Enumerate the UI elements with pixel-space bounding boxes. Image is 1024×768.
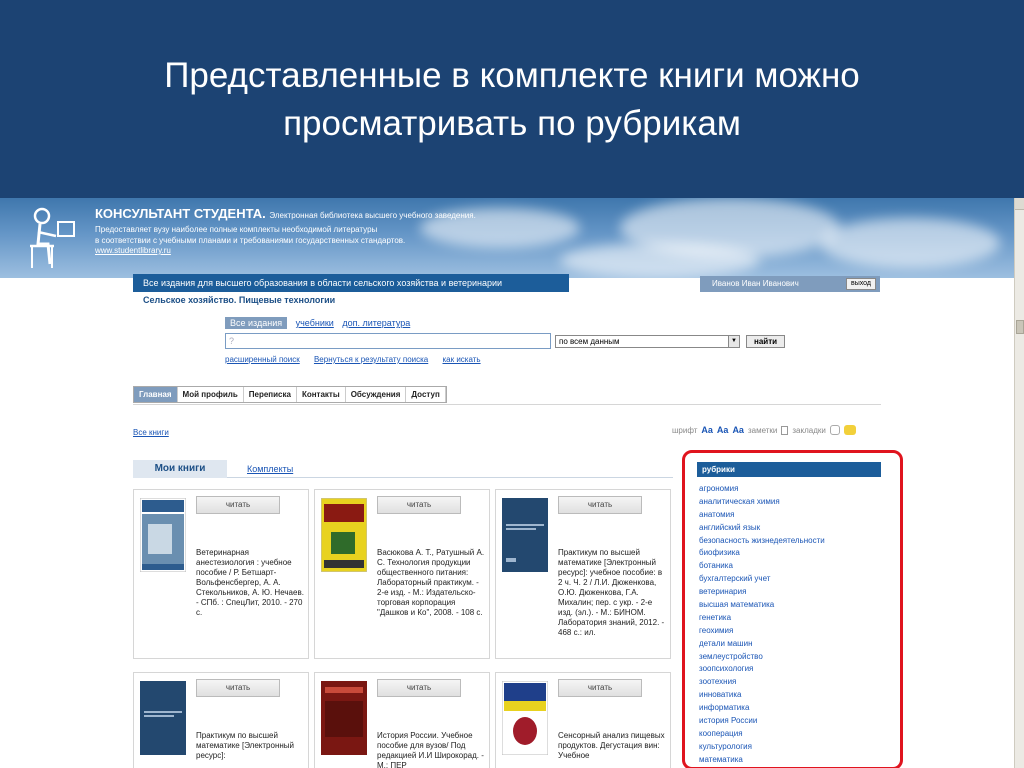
rubric-link[interactable]: английский язык: [699, 522, 825, 535]
chevron-down-icon[interactable]: ▼: [728, 336, 739, 347]
student-logo-icon: [30, 207, 75, 268]
rubric-link[interactable]: инноватика: [699, 689, 825, 702]
tab-discussions[interactable]: Обсуждения: [346, 387, 407, 402]
read-button[interactable]: читать: [377, 679, 461, 697]
tab-home[interactable]: Главная: [134, 387, 178, 402]
search-scope-select[interactable]: по всем данным ▼: [555, 335, 740, 348]
tab-access[interactable]: Доступ: [406, 387, 446, 402]
rubric-link[interactable]: высшая математика: [699, 599, 825, 612]
tab-contacts[interactable]: Контакты: [297, 387, 346, 402]
rubric-link[interactable]: зоотехния: [699, 676, 825, 689]
tab-messages[interactable]: Переписка: [244, 387, 297, 402]
font-increase-icon[interactable]: Aa: [701, 425, 713, 435]
rubric-link[interactable]: агрономия: [699, 483, 825, 496]
rubrics-title: рубрики: [697, 462, 881, 477]
book-card[interactable]: читать Практикум по высшей математике [Э…: [133, 672, 309, 768]
font-reset-icon[interactable]: Aa: [717, 425, 729, 435]
bookmarks-label[interactable]: закладки: [792, 426, 825, 435]
logout-button[interactable]: выход: [846, 278, 876, 290]
nav-divider: [133, 404, 881, 405]
section-bar: Все издания для высшего образования в об…: [133, 274, 569, 292]
slide-header: Представленные в комплекте книги можно п…: [0, 0, 1024, 198]
tab-sets[interactable]: Комплекты: [247, 464, 293, 474]
book-card[interactable]: читать История России. Учебное пособие д…: [314, 672, 490, 768]
book-description: Васюкова А. Т., Ратушный А. С. Технологи…: [377, 548, 485, 617]
books-tabs: Мои книги Комплекты: [133, 460, 673, 478]
rubrics-panel: рубрики агрономия аналитическая химия анат…: [682, 450, 903, 768]
hand-icon[interactable]: [829, 425, 840, 435]
rubric-link[interactable]: аналитическая химия: [699, 496, 825, 509]
advanced-search-link[interactable]: расширенный поиск: [225, 355, 300, 364]
rubric-link[interactable]: землеустройство: [699, 651, 825, 664]
search-scope-tabs: Все издания учебники доп. литература: [225, 317, 410, 329]
main-nav: Главная Мой профиль Переписка Контакты О…: [133, 386, 447, 403]
how-to-search-link[interactable]: как искать: [442, 355, 480, 364]
notes-label[interactable]: заметки: [748, 426, 777, 435]
rubric-link[interactable]: информатика: [699, 702, 825, 715]
rubric-link[interactable]: ботаника: [699, 560, 825, 573]
rubric-link[interactable]: зоопсихология: [699, 663, 825, 676]
bookmark-icon[interactable]: [843, 425, 856, 435]
brand-block: КОНСУЛЬТАНТ СТУДЕНТА. Электронная библио…: [95, 206, 476, 255]
book-card[interactable]: читать Ветеринарная анестезиология : уче…: [133, 489, 309, 659]
page-icon[interactable]: [781, 425, 789, 435]
book-description: Практикум по высшей математике [Электрон…: [196, 731, 294, 760]
book-description: Практикум по высшей математике [Электрон…: [558, 548, 665, 637]
back-to-results-link[interactable]: Вернуться к результату поиска: [314, 355, 428, 364]
book-description: Ветеринарная анестезиология : учебное по…: [196, 548, 304, 617]
brand-subtitle: Электронная библиотека высшего учебного …: [269, 211, 476, 220]
user-name: Иванов Иван Иванович: [712, 279, 799, 288]
rubric-link[interactable]: биофизика: [699, 547, 825, 560]
read-button[interactable]: читать: [558, 496, 642, 514]
search-input[interactable]: ?: [225, 333, 551, 349]
page-scrollbar[interactable]: [1014, 198, 1024, 768]
tab-profile[interactable]: Мой профиль: [178, 387, 244, 402]
scroll-thumb[interactable]: [1016, 320, 1024, 334]
read-button[interactable]: читать: [377, 496, 461, 514]
subsection-title: Сельское хозяйство. Пищевые технологии: [143, 295, 336, 305]
slide-title: Представленные в комплекте книги можно п…: [0, 52, 1024, 148]
rubric-link[interactable]: культурология: [699, 741, 825, 754]
read-button[interactable]: читать: [558, 679, 642, 697]
read-button[interactable]: читать: [196, 679, 280, 697]
tab-all-editions[interactable]: Все издания: [225, 317, 288, 329]
reader-tools: шрифт Aa Aa Aa заметки закладки: [672, 425, 856, 435]
all-books-link[interactable]: Все книги: [133, 428, 169, 437]
find-button[interactable]: найти: [746, 335, 786, 348]
rubric-link[interactable]: безопасность жизнедеятельности: [699, 535, 825, 548]
search-links: расширенный поиск Вернуться к результату…: [225, 355, 493, 364]
rubric-link[interactable]: генетика: [699, 612, 825, 625]
library-screenshot: КОНСУЛЬТАНТ СТУДЕНТА. Электронная библио…: [0, 198, 1014, 768]
tab-extra-literature[interactable]: доп. литература: [342, 318, 410, 328]
rubric-link[interactable]: кооперация: [699, 728, 825, 741]
book-card[interactable]: читать Практикум по высшей математике [Э…: [495, 489, 671, 659]
rubric-link[interactable]: ветеринария: [699, 586, 825, 599]
tab-my-books[interactable]: Мои книги: [133, 460, 227, 478]
rubric-link[interactable]: история России: [699, 715, 825, 728]
slide-title-line1: Представленные в комплекте книги можно: [164, 56, 860, 95]
rubric-link[interactable]: бухгалтерский учет: [699, 573, 825, 586]
search-scope-value: по всем данным: [559, 337, 620, 346]
brand-desc-2: в соответствии с учебными планами и треб…: [95, 236, 406, 245]
tab-textbooks[interactable]: учебники: [296, 318, 334, 328]
book-card[interactable]: читать Сенсорный анализ пищевых продукто…: [495, 672, 671, 768]
book-description: Сенсорный анализ пищевых продуктов. Дегу…: [558, 731, 665, 760]
slide-title-line2: просматривать по рубрикам: [283, 104, 741, 143]
rubric-link[interactable]: анатомия: [699, 509, 825, 522]
scroll-up-icon[interactable]: [1015, 198, 1024, 210]
rubric-link[interactable]: математика: [699, 754, 825, 767]
brand-desc-1: Предоставляет вузу наиболее полные компл…: [95, 225, 378, 234]
font-label: шрифт: [672, 425, 698, 435]
rubric-link[interactable]: геохимия: [699, 625, 825, 638]
book-card[interactable]: читать Васюкова А. Т., Ратушный А. С. Те…: [314, 489, 490, 659]
brand-name: КОНСУЛЬТАНТ СТУДЕНТА.: [95, 206, 266, 221]
site-url-link[interactable]: www.studentlibrary.ru: [95, 246, 476, 255]
book-description: История России. Учебное пособие для вузо…: [377, 731, 484, 768]
site-banner: КОНСУЛЬТАНТ СТУДЕНТА. Электронная библио…: [0, 198, 1014, 278]
rubrics-list: агрономия аналитическая химия анатомия англ…: [699, 483, 825, 767]
read-button[interactable]: читать: [196, 496, 280, 514]
font-decrease-icon[interactable]: Aa: [732, 425, 744, 435]
rubric-link[interactable]: детали машин: [699, 638, 825, 651]
user-box: Иванов Иван Иванович выход: [700, 276, 880, 292]
